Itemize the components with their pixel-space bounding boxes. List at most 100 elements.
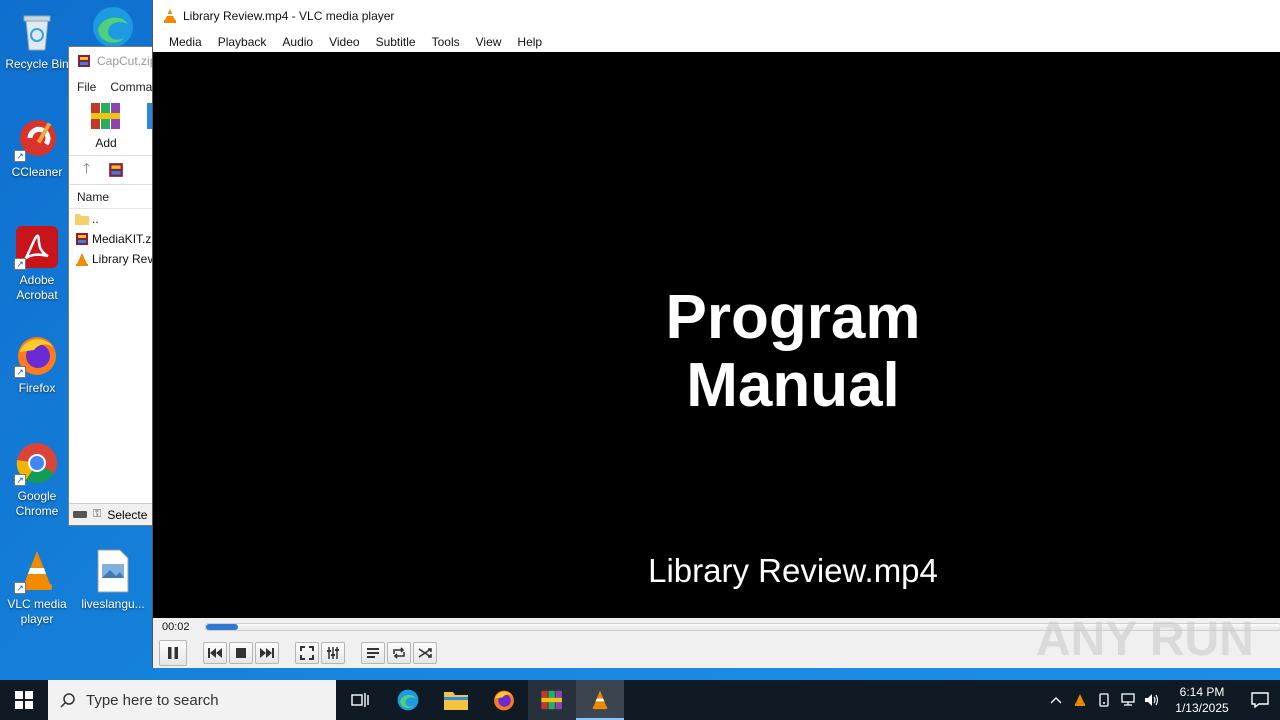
desktop-icon-label: VLC media player <box>7 597 67 626</box>
start-button[interactable] <box>0 680 48 720</box>
winrar-icon <box>541 690 562 710</box>
fullscreen-button[interactable] <box>295 642 319 664</box>
menu-playback[interactable]: Playback <box>210 35 275 49</box>
anyrun-watermark: ANY RUN <box>1036 606 1256 672</box>
winrar-title: CapCut.zip <box>97 54 157 68</box>
playlist-icon <box>367 648 379 658</box>
vlc-menubar: Media Playback Audio Video Subtitle Tool… <box>153 31 1280 52</box>
show-hidden-icons-button[interactable] <box>1044 680 1068 720</box>
search-placeholder: Type here to search <box>86 691 219 709</box>
watermark-text: ANY RUN <box>1036 612 1254 666</box>
tray-network[interactable] <box>1116 680 1140 720</box>
vlc-titlebar[interactable]: Library Review.mp4 - VLC media player <box>153 0 1280 31</box>
search-icon <box>60 693 75 708</box>
taskbar: Type here to search 6:14 PM 1/13/2025 <box>0 680 1280 720</box>
menu-subtitle[interactable]: Subtitle <box>368 35 424 49</box>
playlist-button[interactable] <box>361 642 385 664</box>
loop-icon <box>393 647 405 659</box>
menu-media[interactable]: Media <box>161 35 210 49</box>
skip-next-icon <box>260 648 274 658</box>
action-center-button[interactable] <box>1240 680 1280 720</box>
tray-vlc[interactable] <box>1068 680 1092 720</box>
edge-icon <box>90 4 136 50</box>
add-archive-icon <box>91 103 120 129</box>
shuffle-button[interactable] <box>413 642 437 664</box>
winrar-menu-commands[interactable]: Comma <box>110 80 152 94</box>
winrar-menu-file[interactable]: File <box>77 80 96 94</box>
taskbar-firefox[interactable] <box>480 680 528 720</box>
winrar-archive-icon <box>109 163 124 177</box>
chrome-icon: ↗ <box>14 440 60 486</box>
pause-button[interactable] <box>159 640 187 666</box>
shortcut-arrow-icon: ↗ <box>14 150 26 162</box>
video-title-line-1: Program <box>665 283 921 352</box>
loop-button[interactable] <box>387 642 411 664</box>
winrar-icon <box>78 55 90 67</box>
video-title-line-2: Manual <box>686 351 900 420</box>
vlc-window[interactable]: Library Review.mp4 - VLC media player Me… <box>152 0 1280 668</box>
video-title-text: Program Manual <box>593 284 993 420</box>
vlc-icon: ↗ <box>14 548 60 594</box>
desktop-icon-recycle-bin[interactable]: Recycle Bin <box>0 8 74 72</box>
vlc-icon <box>1074 694 1086 706</box>
desktop-icon-label: Recycle Bin <box>5 57 69 71</box>
stop-button[interactable] <box>229 642 253 664</box>
adobe-acrobat-icon: ↗ <box>14 224 60 270</box>
windows-icon <box>15 691 33 709</box>
video-filename-text: Library Review.mp4 <box>648 552 938 589</box>
menu-view[interactable]: View <box>468 35 510 49</box>
winrar-archive-icon <box>76 233 88 245</box>
desktop-icon-label: Firefox <box>18 381 56 395</box>
firefox-icon <box>494 690 514 711</box>
list-item-name: Library Rev <box>92 252 154 266</box>
menu-audio[interactable]: Audio <box>274 35 321 49</box>
desktop-icon-label: CCleaner <box>11 165 63 179</box>
tray-volume[interactable] <box>1140 680 1164 720</box>
vlc-file-icon <box>76 253 88 266</box>
seek-bar-fill <box>206 624 239 630</box>
desktop-icon-image-file[interactable]: liveslangu... <box>76 548 150 612</box>
taskbar-winrar[interactable] <box>528 680 576 720</box>
vlc-icon <box>592 690 608 710</box>
video-area[interactable]: Program Manual Library Review.mp4 <box>153 52 1280 618</box>
clock-date: 1/13/2025 <box>1175 701 1229 715</box>
edge-icon <box>397 689 419 711</box>
winrar-add-button[interactable]: Add <box>89 99 123 150</box>
extended-settings-button[interactable] <box>321 642 345 664</box>
menu-tools[interactable]: Tools <box>424 35 468 49</box>
device-icon <box>1099 693 1109 707</box>
shortcut-arrow-icon: ↗ <box>14 366 26 378</box>
image-file-icon <box>90 548 136 594</box>
taskbar-edge[interactable] <box>384 680 432 720</box>
key-icon: ⚿ <box>93 508 102 520</box>
elapsed-time: 00:02 <box>162 621 190 633</box>
taskbar-search-box[interactable]: Type here to search <box>48 680 336 720</box>
task-view-button[interactable] <box>336 680 384 720</box>
desktop-icon-vlc[interactable]: ↗ VLC media player <box>0 548 74 627</box>
taskbar-file-explorer[interactable] <box>432 680 480 720</box>
shortcut-arrow-icon: ↗ <box>14 582 26 594</box>
desktop-icon-firefox[interactable]: ↗ Firefox <box>0 332 74 396</box>
up-arrow-icon[interactable]: 🡑 <box>83 158 90 182</box>
previous-button[interactable] <box>203 642 227 664</box>
skip-previous-icon <box>208 648 222 658</box>
recycle-bin-icon <box>14 8 60 54</box>
desktop-icon-adobe-acrobat[interactable]: ↗ Adobe Acrobat <box>0 224 74 303</box>
shuffle-icon <box>418 648 432 658</box>
volume-icon <box>1145 694 1159 706</box>
menu-video[interactable]: Video <box>321 35 367 49</box>
menu-help[interactable]: Help <box>509 35 550 49</box>
pause-icon <box>168 647 178 659</box>
next-button[interactable] <box>255 642 279 664</box>
taskbar-clock[interactable]: 6:14 PM 1/13/2025 <box>1164 684 1240 716</box>
taskbar-vlc[interactable] <box>576 680 624 720</box>
drive-icon <box>73 511 87 518</box>
network-icon <box>1121 693 1135 706</box>
vlc-icon <box>164 8 176 23</box>
vlc-window-title: Library Review.mp4 - VLC media player <box>183 8 395 23</box>
desktop-icon-chrome[interactable]: ↗ Google Chrome <box>0 440 74 519</box>
desktop-icon-ccleaner[interactable]: ↗ CCleaner <box>0 116 74 180</box>
firefox-icon: ↗ <box>14 332 60 378</box>
list-item-name: .. <box>92 212 99 226</box>
tray-device[interactable] <box>1092 680 1116 720</box>
